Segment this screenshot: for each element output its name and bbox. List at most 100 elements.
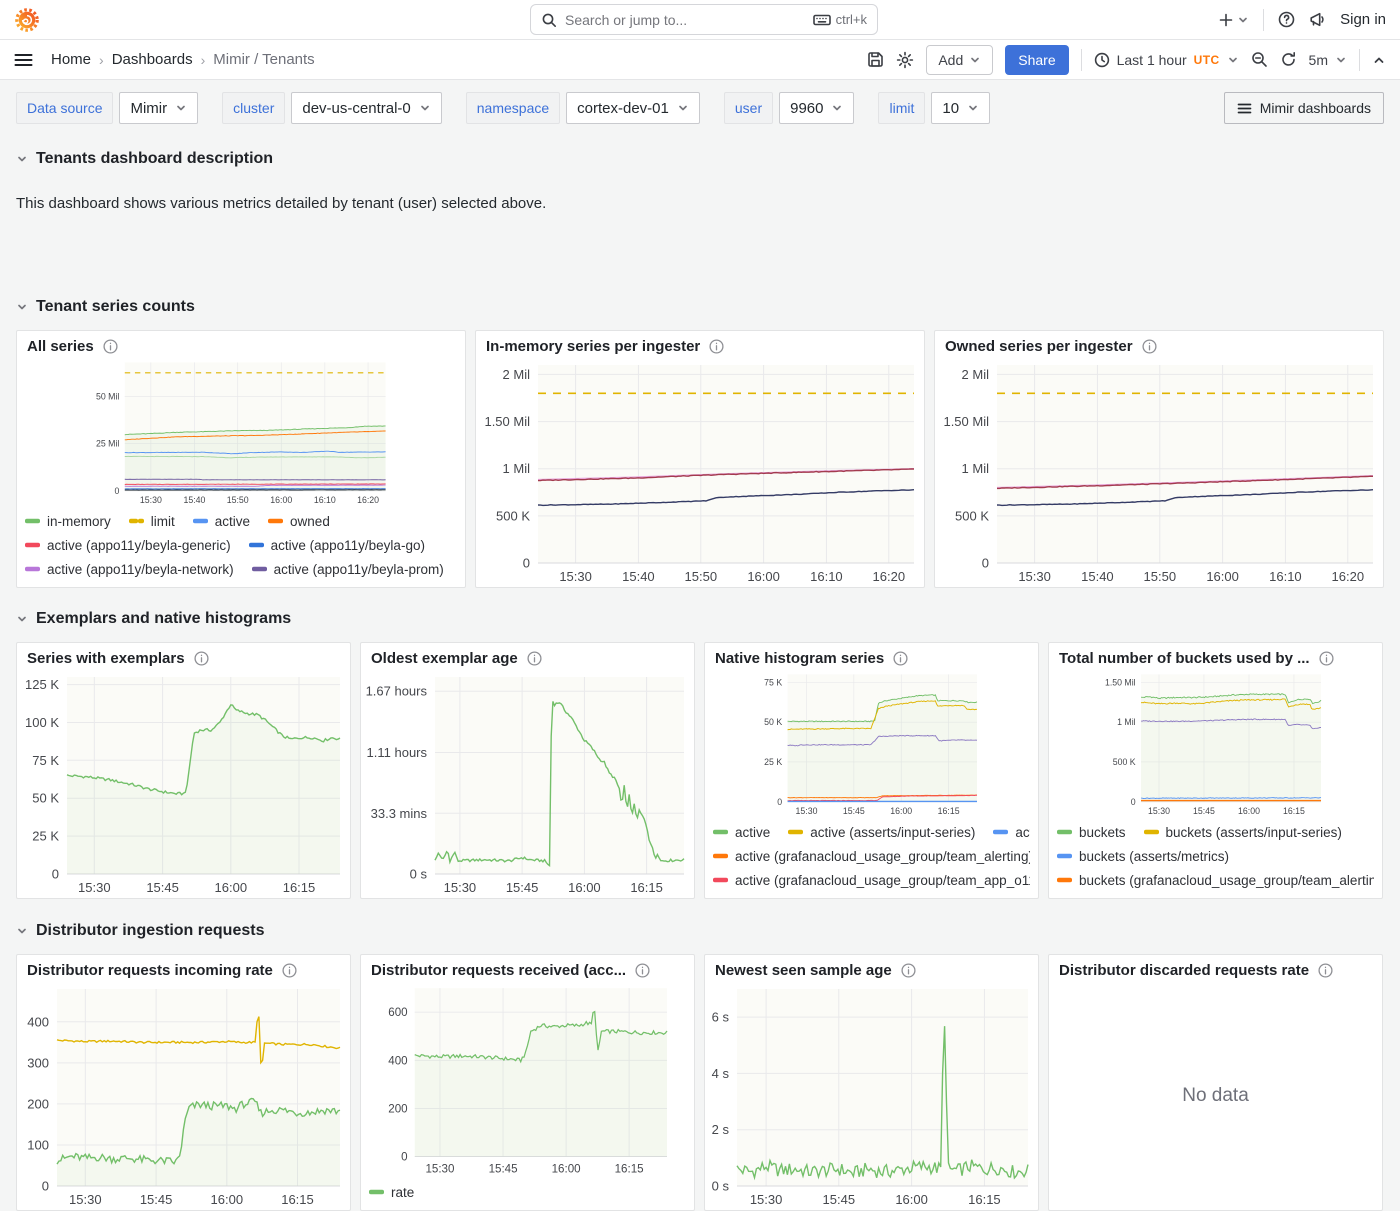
collapse-toolbar-button[interactable] [1372, 53, 1386, 67]
svg-text:1 Mil: 1 Mil [962, 461, 990, 476]
info-icon[interactable] [635, 963, 650, 978]
info-icon[interactable] [1319, 651, 1334, 666]
zoom-out-button[interactable] [1251, 51, 1268, 68]
svg-text:16:15: 16:15 [630, 880, 663, 895]
panel-distributor-discarded: Distributor discarded requests rate No d… [1048, 954, 1383, 1211]
chevron-down-icon [1335, 54, 1347, 66]
news-button[interactable] [1309, 11, 1326, 28]
panel-title[interactable]: Total number of buckets used by ... [1059, 650, 1310, 667]
share-button[interactable]: Share [1005, 45, 1068, 75]
add-button[interactable]: Add [926, 45, 993, 75]
toolbar: Home › Dashboards › Mimir / Tenants Add … [0, 40, 1400, 80]
breadcrumb-dashboards[interactable]: Dashboards [112, 51, 193, 68]
svg-text:500 K: 500 K [955, 508, 989, 523]
svg-text:0: 0 [401, 1152, 407, 1164]
info-icon[interactable] [103, 339, 118, 354]
info-icon[interactable] [282, 963, 297, 978]
panel-title[interactable]: Owned series per ingester [945, 338, 1133, 355]
variable-cluster: cluster dev-us-central-0 [222, 92, 442, 124]
panel-title[interactable]: Distributor discarded requests rate [1059, 962, 1309, 979]
new-button[interactable] [1218, 12, 1249, 28]
user-select[interactable]: 9960 [779, 92, 854, 124]
legend-item[interactable]: active (grafanacloud_usage_group/team_ap… [713, 873, 1030, 888]
svg-text:15:40: 15:40 [622, 569, 655, 584]
legend-item[interactable]: owned [268, 514, 330, 529]
dashboard-settings-button[interactable] [896, 51, 914, 69]
search-input[interactable]: Search or jump to... ctrl+k [530, 4, 878, 35]
legend-item[interactable]: active (asserts/metrics) [993, 825, 1030, 840]
mega-menu-button[interactable] [14, 52, 33, 68]
svg-text:300: 300 [27, 1055, 49, 1070]
info-icon[interactable] [893, 651, 908, 666]
info-icon[interactable] [1318, 963, 1333, 978]
sign-in-link[interactable]: Sign in [1340, 11, 1386, 28]
breadcrumb-separator: › [201, 52, 206, 68]
panel-oldest-exemplar-age: Oldest exemplar age 0 s33.3 mins1.11 hou… [360, 642, 695, 899]
time-range-picker[interactable]: Last 1 hour UTC [1094, 52, 1239, 68]
legend-item[interactable]: rate [369, 1185, 414, 1200]
chart-canvas: 025 K50 K75 K100 K125 K15:3015:4516:0016… [17, 669, 350, 898]
save-dashboard-button[interactable] [867, 51, 884, 68]
legend-swatch [1057, 877, 1072, 883]
namespace-select[interactable]: cortex-dev-01 [566, 92, 700, 124]
panel-title[interactable]: Distributor requests incoming rate [27, 962, 273, 979]
row-header-series-counts[interactable]: Tenant series counts [16, 298, 1384, 316]
legend-item[interactable]: active (appo11y/beyla-go) [249, 538, 425, 553]
variable-label: namespace [466, 92, 560, 124]
row-header-exemplars[interactable]: Exemplars and native histograms [16, 610, 1384, 628]
panel-title[interactable]: Newest seen sample age [715, 962, 892, 979]
chart-canvas: 0500 K1 Mil1.50 Mil2 Mil15:3015:4015:501… [476, 357, 924, 587]
chevron-down-icon [16, 153, 28, 165]
chart-canvas: 010020030040015:3015:4516:0016:15 [17, 981, 350, 1210]
variables-bar: Data source Mimir cluster dev-us-central… [0, 80, 1400, 132]
legend-item[interactable]: in-memory [25, 514, 111, 529]
help-icon [1278, 11, 1295, 28]
row-header-description[interactable]: Tenants dashboard description [16, 150, 1384, 168]
legend-item[interactable]: limit [129, 514, 175, 529]
panel-title[interactable]: In-memory series per ingester [486, 338, 700, 355]
panel-title[interactable]: Distributor requests received (acc... [371, 962, 626, 979]
row-header-distributor[interactable]: Distributor ingestion requests [16, 922, 1384, 940]
legend-item[interactable]: buckets [1057, 825, 1126, 840]
grafana-logo-icon [14, 7, 40, 33]
datasource-select[interactable]: Mimir [119, 92, 198, 124]
svg-text:15:30: 15:30 [1148, 806, 1170, 816]
legend-item[interactable]: active (appo11y/beyla-network) [25, 562, 234, 577]
legend-item[interactable]: active [713, 825, 770, 840]
chart-canvas: 025 K50 K75 K15:3015:4516:0016:15 [705, 669, 1038, 818]
limit-select[interactable]: 10 [931, 92, 990, 124]
legend-item[interactable]: active (appo11y/beyla-prom) [252, 562, 444, 577]
legend-swatch [713, 829, 728, 835]
legend-item[interactable]: active [193, 514, 250, 529]
svg-text:25 K: 25 K [32, 829, 59, 844]
panel-title[interactable]: Series with exemplars [27, 650, 185, 667]
legend-item[interactable]: active (asserts/input-series) [788, 825, 975, 840]
dashboard-description-text: This dashboard shows various metrics det… [16, 195, 1384, 212]
cluster-select[interactable]: dev-us-central-0 [291, 92, 441, 124]
help-button[interactable] [1278, 11, 1295, 28]
info-icon[interactable] [527, 651, 542, 666]
info-icon[interactable] [194, 651, 209, 666]
panel-title[interactable]: Native histogram series [715, 650, 884, 667]
svg-text:25 Mil: 25 Mil [96, 439, 119, 449]
legend-item[interactable]: active (grafanacloud_usage_group/team_al… [713, 849, 1030, 864]
legend-item[interactable]: buckets (asserts/metrics) [1057, 849, 1229, 864]
chevron-down-icon [677, 102, 689, 114]
panel-title[interactable]: Oldest exemplar age [371, 650, 518, 667]
info-icon[interactable] [1142, 339, 1157, 354]
info-icon[interactable] [709, 339, 724, 354]
panel-title[interactable]: All series [27, 338, 94, 355]
legend-swatch [713, 853, 728, 859]
timezone-label: UTC [1194, 53, 1220, 67]
svg-text:15:50: 15:50 [227, 495, 249, 505]
legend-item[interactable]: buckets (grafanacloud_usage_group/team_a… [1057, 873, 1374, 888]
mimir-dashboards-button[interactable]: Mimir dashboards [1224, 92, 1384, 124]
legend-item[interactable]: active (appo11y/beyla-generic) [25, 538, 231, 553]
refresh-button[interactable] [1280, 51, 1297, 68]
info-icon[interactable] [901, 963, 916, 978]
legend-item[interactable]: buckets (asserts/input-series) [1144, 825, 1342, 840]
svg-text:1.11 hours: 1.11 hours [367, 745, 428, 760]
breadcrumb-home[interactable]: Home [51, 51, 91, 68]
grafana-logo[interactable] [14, 7, 40, 33]
refresh-interval-picker[interactable]: 5m [1309, 52, 1347, 68]
